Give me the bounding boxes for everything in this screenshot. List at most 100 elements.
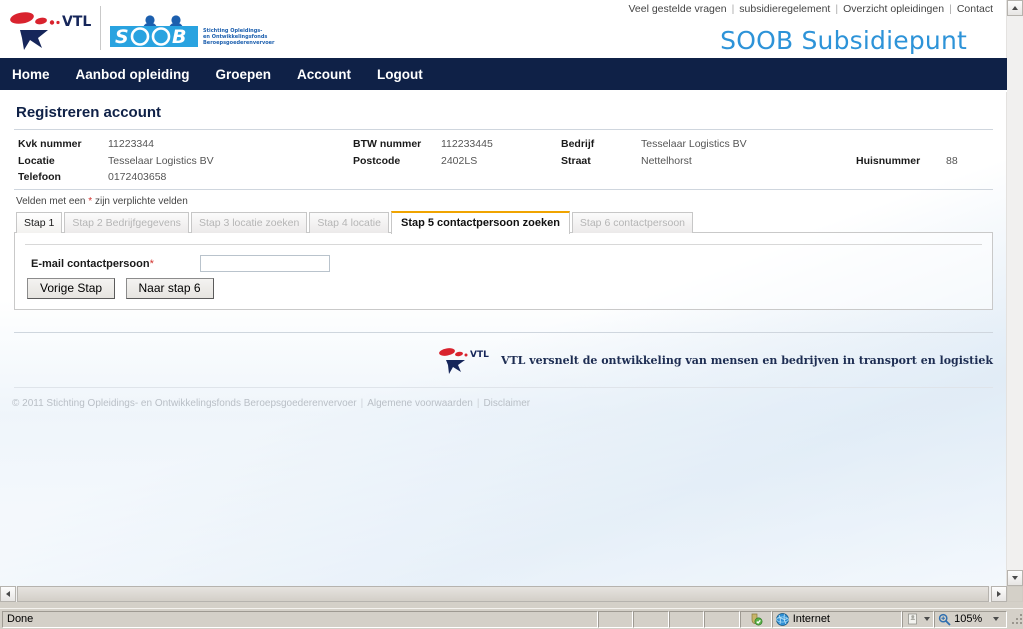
status-cell <box>668 610 705 628</box>
chevron-up-icon <box>1012 6 1018 10</box>
link-algemene-voorwaarden[interactable]: Algemene voorwaarden <box>367 398 473 409</box>
zoom-level-label: 105% <box>954 613 983 625</box>
nav-item-aanbod-opleiding[interactable]: Aanbod opleiding <box>76 67 190 82</box>
tab-stap-1[interactable]: Stap 1 <box>16 212 63 234</box>
svg-text:VTL: VTL <box>62 14 91 30</box>
copyright-separator: | <box>476 398 480 410</box>
scroll-left-button[interactable] <box>0 586 16 602</box>
label-spacer-1 <box>856 136 946 153</box>
svg-text:S: S <box>115 26 129 48</box>
required-note-suffix: zijn verplichte velden <box>92 196 188 208</box>
copyright-separator: | <box>360 398 364 410</box>
site-footer: VTL VTL versnelt de ontwikkeling van men… <box>0 333 1007 375</box>
status-cell <box>597 610 634 628</box>
scroll-up-button[interactable] <box>1007 0 1023 16</box>
site-header: VTL S B Stichting Opleidings- en Ontwikk… <box>0 0 1007 58</box>
label-btw-nummer: BTW nummer <box>353 138 422 150</box>
wizard-panel: E-mail contactpersoon* Vorige Stap Naar … <box>14 232 993 311</box>
label-kvk-nummer: Kvk nummer <box>18 138 82 150</box>
scrollbar-corner <box>1007 586 1023 602</box>
label-huisnummer: Huisnummer <box>856 155 921 168</box>
page-viewport: Veel gestelde vragen | subsidieregelement |… <box>0 0 1007 586</box>
empty-cell <box>441 169 561 185</box>
wizard-button-row: Vorige Stap Naar stap 6 <box>25 278 982 300</box>
soob-logo[interactable]: S B Stichting Opleidings- en Ontwikkelin… <box>108 14 278 52</box>
scroll-right-button[interactable] <box>991 586 1007 602</box>
empty-cell <box>946 169 993 185</box>
header-divider <box>100 6 101 50</box>
tab-stap-4-locatie[interactable]: Stap 4 locatie <box>309 212 389 234</box>
nav-item-logout[interactable]: Logout <box>377 67 423 82</box>
security-zone-indicator[interactable]: Internet <box>771 610 903 628</box>
copyright-line: © 2011 Stichting Opleidings- en Ontwikke… <box>0 388 1007 409</box>
browser-status-bar: Done Internet 105% <box>0 608 1023 629</box>
required-fields-note: Velden met een * zijn verplichte velden <box>16 196 993 207</box>
email-contactpersoon-input[interactable] <box>200 255 330 273</box>
vertical-scrollbar[interactable] <box>1006 0 1023 586</box>
security-shield-icon <box>751 613 763 626</box>
vtl-logo[interactable]: VTL <box>8 8 94 52</box>
nav-item-home[interactable]: Home <box>12 67 50 82</box>
horizontal-scroll-thumb[interactable] <box>17 586 989 602</box>
zoom-mode-indicator[interactable] <box>902 610 935 628</box>
summary-divider <box>14 189 993 191</box>
nav-item-groepen[interactable]: Groepen <box>216 67 272 82</box>
page-mode-icon <box>907 613 917 625</box>
email-label-text: E-mail contactpersoon <box>31 257 150 270</box>
empty-cell <box>353 169 441 185</box>
tab-stap-5-contactpersoon-zoeken[interactable]: Stap 5 contactpersoon zoeken <box>390 211 570 235</box>
vtl-footer-logo: VTL <box>437 345 493 375</box>
tab-stap-3-locatie-zoeken[interactable]: Stap 3 locatie zoeken <box>190 212 308 234</box>
svg-text:B: B <box>172 26 186 48</box>
chevron-down-icon[interactable] <box>923 617 930 621</box>
panel-divider <box>25 244 982 246</box>
empty-cell <box>561 169 641 185</box>
naar-stap-6-button[interactable]: Naar stap 6 <box>125 278 214 300</box>
account-summary-table: Kvk nummer 11223344 BTW nummer 112233445… <box>14 136 993 185</box>
value-postcode: 2402LS <box>441 155 478 168</box>
horizontal-scrollbar[interactable] <box>0 586 1007 602</box>
email-form-row: E-mail contactpersoon* <box>25 255 982 273</box>
chevron-down-icon[interactable] <box>993 617 1000 621</box>
chevron-right-icon <box>997 591 1001 597</box>
value-bedrijf: Tesselaar Logistics BV <box>641 138 747 150</box>
value-locatie: Tesselaar Logistics BV <box>108 155 214 168</box>
footer-tagline: VTL versnelt de ontwikkeling van mensen … <box>500 353 993 367</box>
main-navigation: Home Aanbod opleiding Groepen Account Lo… <box>0 58 1007 92</box>
magnifier-icon <box>938 613 951 626</box>
tab-stap-2-bedrijfgegevens[interactable]: Stap 2 Bedrijfgegevens <box>64 212 189 234</box>
page-body: Registreren account Kvk nummer 11223344 … <box>0 92 1007 311</box>
value-telefoon: 0172403658 <box>108 171 167 184</box>
title-divider <box>14 129 993 130</box>
link-disclaimer[interactable]: Disclaimer <box>483 398 530 409</box>
web-page: Veel gestelde vragen | subsidieregelement |… <box>0 0 1007 586</box>
scroll-down-button[interactable] <box>1007 570 1023 586</box>
label-postcode: Postcode <box>353 155 401 168</box>
value-kvk-nummer: 11223344 <box>108 138 154 150</box>
zoom-indicator[interactable]: 105% <box>934 610 1007 628</box>
status-cell <box>633 610 669 628</box>
value-straat: Nettelhorst <box>641 155 692 168</box>
label-telefoon: Telefoon <box>18 171 61 184</box>
wizard-tabs: Stap 1 Stap 2 Bedrijfgegevens Stap 3 loc… <box>14 210 993 235</box>
svg-text:Beroepsgoederenvervoer: Beroepsgoederenvervoer <box>203 40 275 46</box>
status-message: Done <box>2 610 598 628</box>
chevron-left-icon <box>6 591 10 597</box>
required-note-prefix: Velden met een <box>16 196 89 208</box>
status-cell <box>704 610 740 628</box>
email-field-label: E-mail contactpersoon* <box>25 258 200 270</box>
globe-icon <box>775 612 789 626</box>
value-btw-nummer: 112233445 <box>441 138 493 150</box>
label-locatie: Locatie <box>18 155 55 168</box>
nav-item-account[interactable]: Account <box>297 67 351 82</box>
resize-grip[interactable] <box>1010 612 1023 626</box>
security-zone-label: Internet <box>792 613 830 625</box>
site-title: SOOB Subsidiepunt <box>720 26 967 55</box>
value-spacer-1 <box>946 136 993 153</box>
browser-window: Veel gestelde vragen | subsidieregelement |… <box>0 0 1023 629</box>
protected-mode-indicator[interactable] <box>739 610 772 628</box>
label-bedrijf: Bedrijf <box>561 138 595 150</box>
empty-cell <box>856 169 946 185</box>
vorige-stap-button[interactable]: Vorige Stap <box>27 278 116 300</box>
tab-stap-6-contactpersoon[interactable]: Stap 6 contactpersoon <box>571 212 693 234</box>
